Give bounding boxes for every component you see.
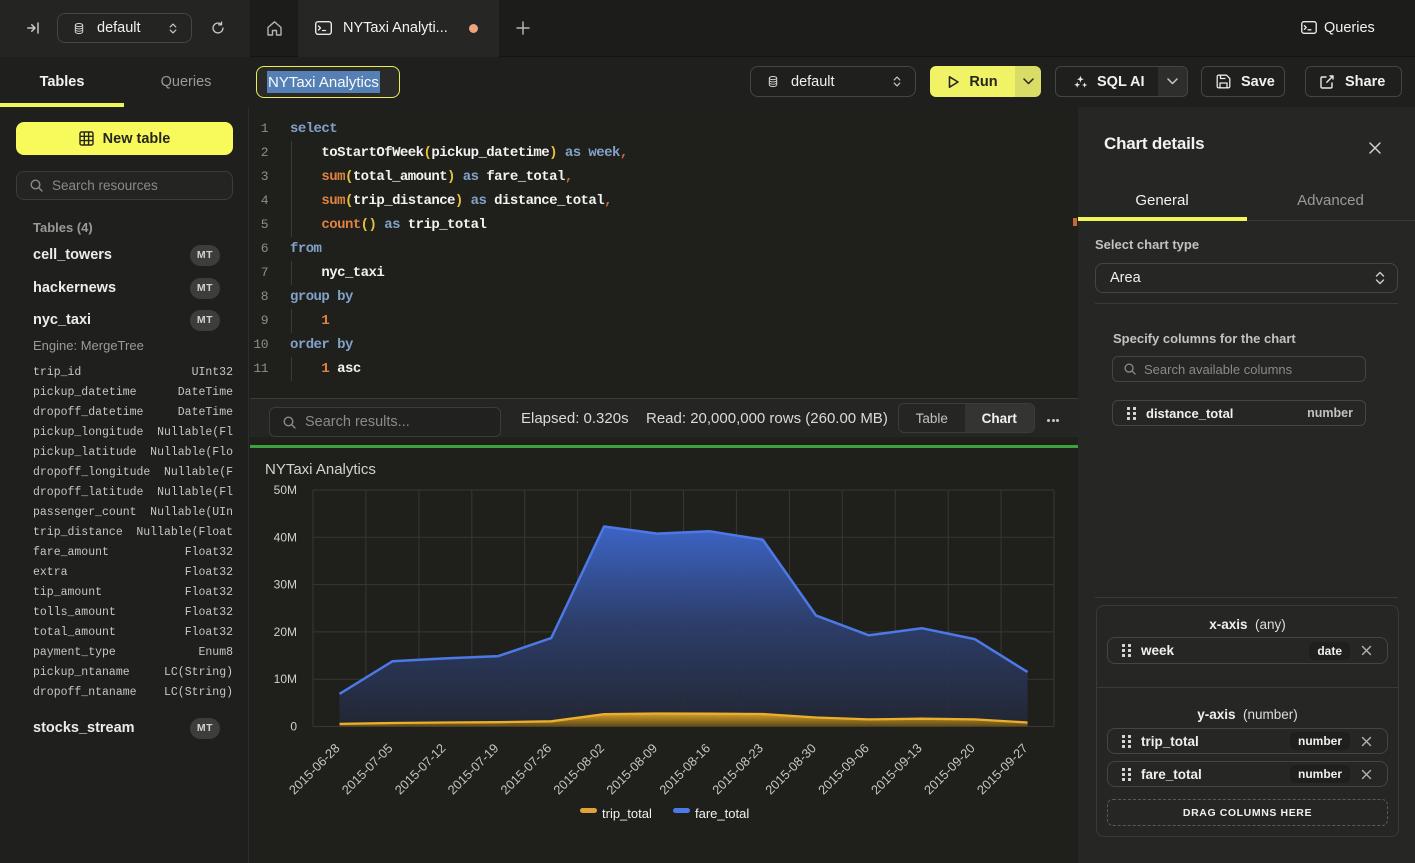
svg-text:2015-09-27: 2015-09-27 (974, 741, 1031, 798)
svg-text:2015-08-16: 2015-08-16 (656, 741, 713, 798)
svg-text:2015-07-12: 2015-07-12 (392, 741, 449, 798)
svg-text:30M: 30M (274, 578, 297, 592)
svg-text:fare_total: fare_total (695, 806, 749, 821)
svg-text:2015-09-06: 2015-09-06 (815, 741, 872, 798)
svg-text:2015-09-13: 2015-09-13 (868, 741, 925, 798)
svg-text:trip_total: trip_total (602, 806, 652, 821)
svg-text:2015-08-02: 2015-08-02 (550, 741, 607, 798)
svg-text:0: 0 (290, 720, 297, 734)
svg-text:10M: 10M (274, 672, 297, 686)
svg-text:2015-08-09: 2015-08-09 (603, 741, 660, 798)
svg-text:2015-07-05: 2015-07-05 (339, 741, 396, 798)
svg-text:2015-07-26: 2015-07-26 (497, 741, 554, 798)
svg-text:2015-08-30: 2015-08-30 (762, 741, 819, 798)
svg-text:NYTaxi Analytics: NYTaxi Analytics (265, 461, 376, 478)
svg-text:40M: 40M (274, 530, 297, 544)
svg-text:2015-07-19: 2015-07-19 (445, 741, 502, 798)
svg-text:20M: 20M (274, 625, 297, 639)
svg-text:2015-09-20: 2015-09-20 (921, 741, 978, 798)
svg-text:50M: 50M (274, 483, 297, 497)
svg-text:2015-06-28: 2015-06-28 (286, 741, 343, 798)
svg-text:2015-08-23: 2015-08-23 (709, 741, 766, 798)
